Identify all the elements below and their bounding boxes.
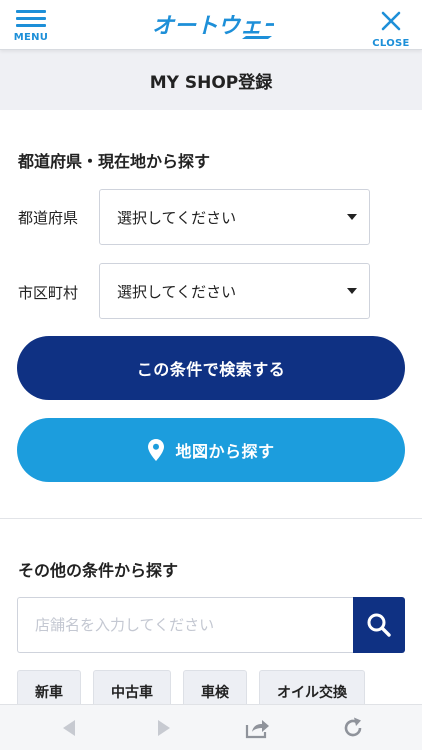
- shop-name-input[interactable]: [17, 597, 353, 653]
- hamburger-icon: [16, 10, 46, 28]
- search-by-map-label: 地図から探す: [175, 442, 275, 461]
- brand-logo[interactable]: オートウェーブ: [150, 8, 309, 40]
- menu-button[interactable]: MENU: [10, 10, 52, 46]
- close-icon: [381, 11, 401, 31]
- app-header: MENU オートウェーブ CLOSE: [0, 0, 422, 50]
- prefecture-select[interactable]: 選択してください: [99, 189, 370, 245]
- section-divider: [0, 518, 422, 519]
- back-button[interactable]: [44, 705, 94, 750]
- other-search-heading: その他の条件から探す: [18, 561, 179, 580]
- browser-toolbar: [0, 704, 422, 750]
- close-label: CLOSE: [372, 38, 410, 49]
- reload-button[interactable]: [328, 705, 378, 750]
- chip-label: オイル交換: [277, 685, 347, 701]
- close-button[interactable]: CLOSE: [370, 10, 412, 49]
- page-title: MY SHOP登録: [149, 72, 273, 93]
- forward-arrow-icon: [158, 720, 170, 736]
- chip-label: 車検: [201, 685, 229, 701]
- share-icon: [245, 720, 269, 739]
- reload-icon: [344, 717, 362, 737]
- shop-search-button[interactable]: [353, 597, 405, 653]
- search-icon: [367, 613, 391, 637]
- autowave-logo-icon: オートウェーブ: [152, 13, 309, 39]
- caret-down-icon: [347, 288, 357, 294]
- city-select[interactable]: 選択してください: [99, 263, 370, 319]
- share-button[interactable]: [233, 705, 283, 750]
- menu-label: MENU: [13, 32, 49, 43]
- page-title-bar: MY SHOP登録: [0, 50, 422, 110]
- search-by-condition-button[interactable]: この条件で検索する: [17, 336, 405, 400]
- logo-text: オートウェーブ: [152, 13, 274, 39]
- city-select-value: 選択してください: [117, 282, 237, 301]
- location-search-heading: 都道府県・現在地から探す: [18, 152, 211, 171]
- search-by-map-button[interactable]: 地図から探す: [17, 418, 405, 482]
- map-pin-icon: [148, 439, 165, 461]
- search-by-condition-label: この条件で検索する: [136, 360, 286, 379]
- chip-label: 中古車: [111, 685, 153, 701]
- prefecture-label: 都道府県: [18, 209, 79, 227]
- caret-down-icon: [347, 214, 357, 220]
- prefecture-select-value: 選択してください: [117, 208, 237, 227]
- forward-button[interactable]: [139, 705, 189, 750]
- city-label: 市区町村: [18, 284, 79, 302]
- back-arrow-icon: [63, 720, 75, 736]
- chip-label: 新車: [35, 685, 63, 701]
